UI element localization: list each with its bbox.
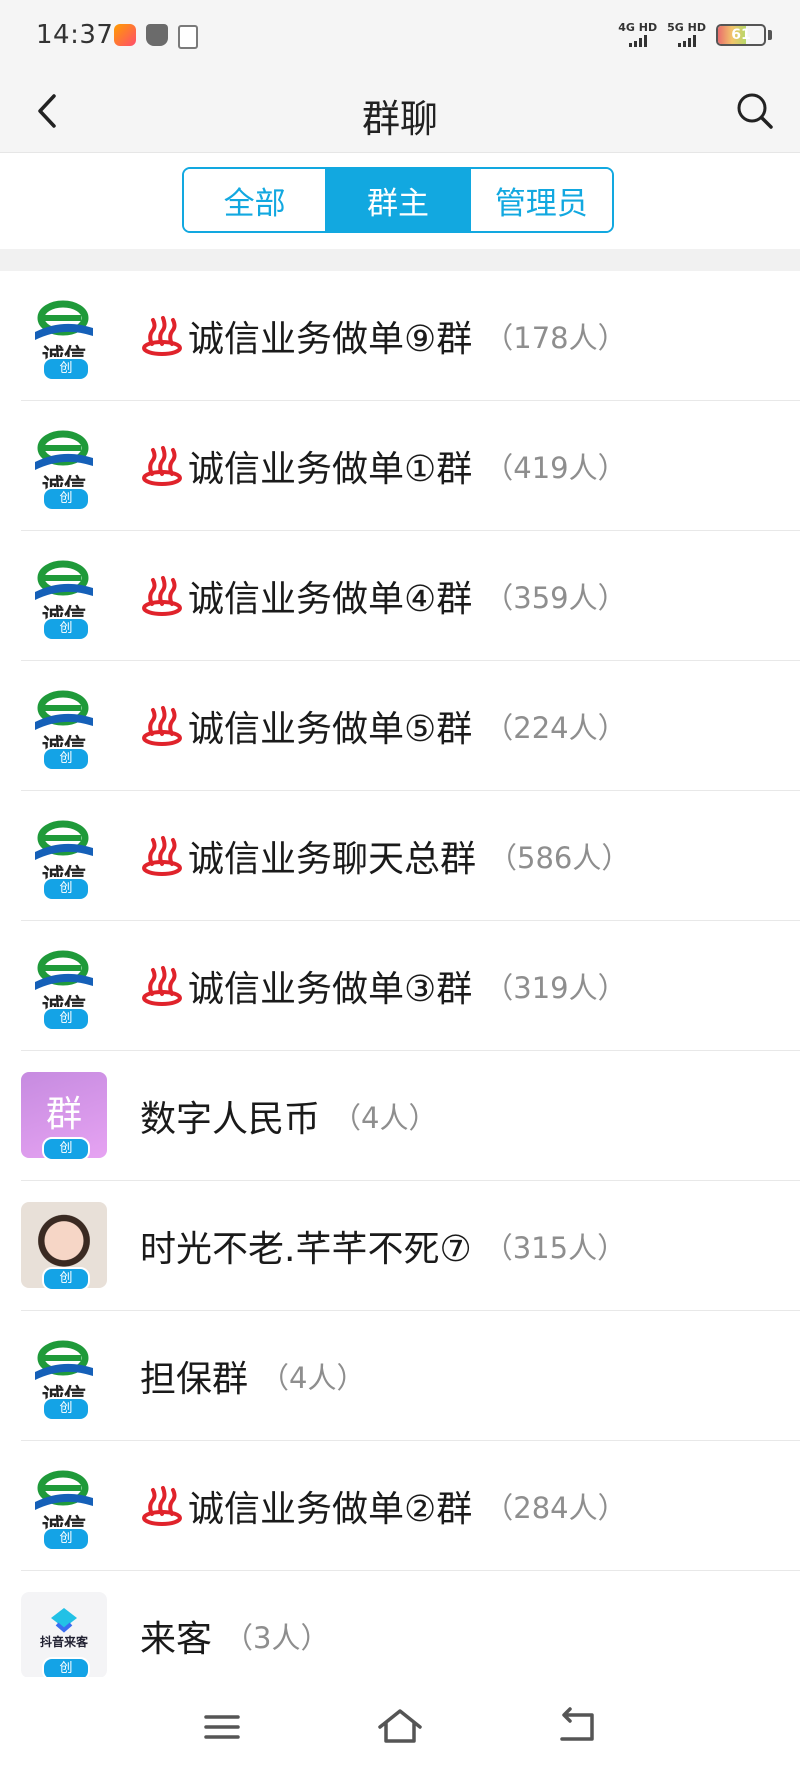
group-name-text: 诚信业务做单③群 [188,969,473,1010]
fire-icon [142,966,182,1006]
creator-badge: 创 [42,357,90,381]
fire-icon [142,446,182,486]
group-row[interactable]: 群创 数字人民币 （4人） [0,1051,800,1181]
creator-badge: 创 [42,1267,90,1291]
network-5g: 5G HD [667,22,706,47]
creator-badge: 创 [42,1137,90,1161]
tab-all[interactable]: 全部 [184,169,328,231]
home-button[interactable] [370,1699,430,1755]
filter-tabs: 全部 群主 管理员 [182,167,614,233]
member-count: （284人） [484,1491,627,1525]
group-name: 诚信业务做单②群 （284人） [140,1441,627,1571]
fire-icon [142,316,182,356]
group-list: 诚信创诚信业务做单⑨群（178人）诚信创诚信业务做单①群（419人）诚信创诚信业… [0,271,800,1701]
member-count: （359人） [484,581,627,615]
group-name-text: 数字人民币 [140,1099,321,1140]
creator-badge: 创 [42,1007,90,1031]
group-row[interactable]: 诚信创诚信业务做单⑤群（224人） [0,661,800,791]
member-count: （178人） [484,321,627,355]
group-row[interactable]: 诚信创诚信业务做单②群（284人） [0,1441,800,1571]
group-name-text: 时光不老.芊芊不死⑦ [140,1229,472,1270]
member-count: （4人） [332,1101,438,1135]
battery-icon: 61 [716,23,766,46]
creator-badge: 创 [42,1527,90,1551]
group-name-text: 来客 [140,1619,213,1660]
search-icon [737,93,773,129]
group-name-text: 诚信业务做单⑤群 [188,709,473,750]
group-row[interactable]: 诚信创诚信业务做单⑨群（178人） [0,271,800,401]
menu-button[interactable] [192,1699,252,1755]
group-name: 诚信业务做单④群 （359人） [140,531,627,661]
group-row[interactable]: 诚信创诚信业务做单①群（419人） [0,401,800,531]
creator-badge: 创 [42,747,90,771]
signal-icon [667,35,706,47]
filter-tabs-area: 全部 群主 管理员 [0,153,800,249]
group-name-text: 诚信业务做单②群 [188,1489,473,1530]
game-app-icon [146,24,168,46]
member-count: （315人） [483,1231,627,1265]
section-divider [0,249,800,271]
status-bar: 14:37 4G HD 5G HD 61 [0,0,800,70]
group-name: 时光不老.芊芊不死⑦ （315人） [140,1181,626,1311]
fire-icon [142,706,182,746]
search-button[interactable] [730,86,780,136]
group-name-text: 诚信业务做单①群 [188,449,473,490]
video-app-icon [114,24,136,46]
home-icon [378,1709,422,1743]
group-name-text: 诚信业务聊天总群 [188,839,477,880]
group-name: 诚信业务做单⑨群 （178人） [140,271,627,401]
status-indicators: 4G HD 5G HD 61 [618,22,772,47]
member-count: （4人） [260,1361,366,1395]
group-name-text: 诚信业务做单④群 [188,579,473,620]
group-avatar-text: 群 [45,1094,82,1135]
signal-icon [618,35,657,47]
group-name-text: 诚信业务做单⑨群 [188,319,473,360]
member-count: （586人） [488,841,631,875]
back-icon [560,1707,594,1741]
group-row[interactable]: 诚信创诚信业务聊天总群（586人） [0,791,800,921]
group-row[interactable]: 诚信创诚信业务做单③群（319人） [0,921,800,1051]
group-name: 诚信业务聊天总群 （586人） [140,791,630,921]
back-nav-button[interactable] [548,1699,608,1755]
tab-admin[interactable]: 管理员 [470,169,612,231]
title-bar: 群聊 [0,70,800,153]
document-icon [178,25,198,49]
fire-icon [142,576,182,616]
status-time: 14:37 [36,20,114,50]
status-notification-icons [114,24,198,49]
menu-icon [204,1715,240,1739]
creator-badge: 创 [42,877,90,901]
member-count: （224人） [484,711,627,745]
tab-owner[interactable]: 群主 [327,169,471,231]
group-name-text: 担保群 [140,1359,249,1400]
svg-text:抖音来客: 抖音来客 [40,1634,89,1649]
member-count: （3人） [224,1621,330,1655]
group-name: 担保群 （4人） [140,1311,365,1441]
creator-badge: 创 [42,617,90,641]
fire-icon [142,836,182,876]
group-row[interactable]: 创 时光不老.芊芊不死⑦ （315人） [0,1181,800,1311]
group-name: 诚信业务做单①群 （419人） [140,401,627,531]
group-row[interactable]: 诚信创担保群（4人） [0,1311,800,1441]
group-name: 诚信业务做单⑤群 （224人） [140,661,627,791]
fire-icon [142,1486,182,1526]
page-title: 群聊 [361,97,438,141]
member-count: （419人） [484,451,627,485]
group-row[interactable]: 诚信创诚信业务做单④群（359人） [0,531,800,661]
system-nav-bar [0,1677,800,1777]
network-4g: 4G HD [618,22,657,47]
creator-badge: 创 [42,1397,90,1421]
member-count: （319人） [484,971,627,1005]
creator-badge: 创 [42,487,90,511]
group-name: 数字人民币 （4人） [140,1051,437,1181]
group-name: 诚信业务做单③群 （319人） [140,921,627,1051]
